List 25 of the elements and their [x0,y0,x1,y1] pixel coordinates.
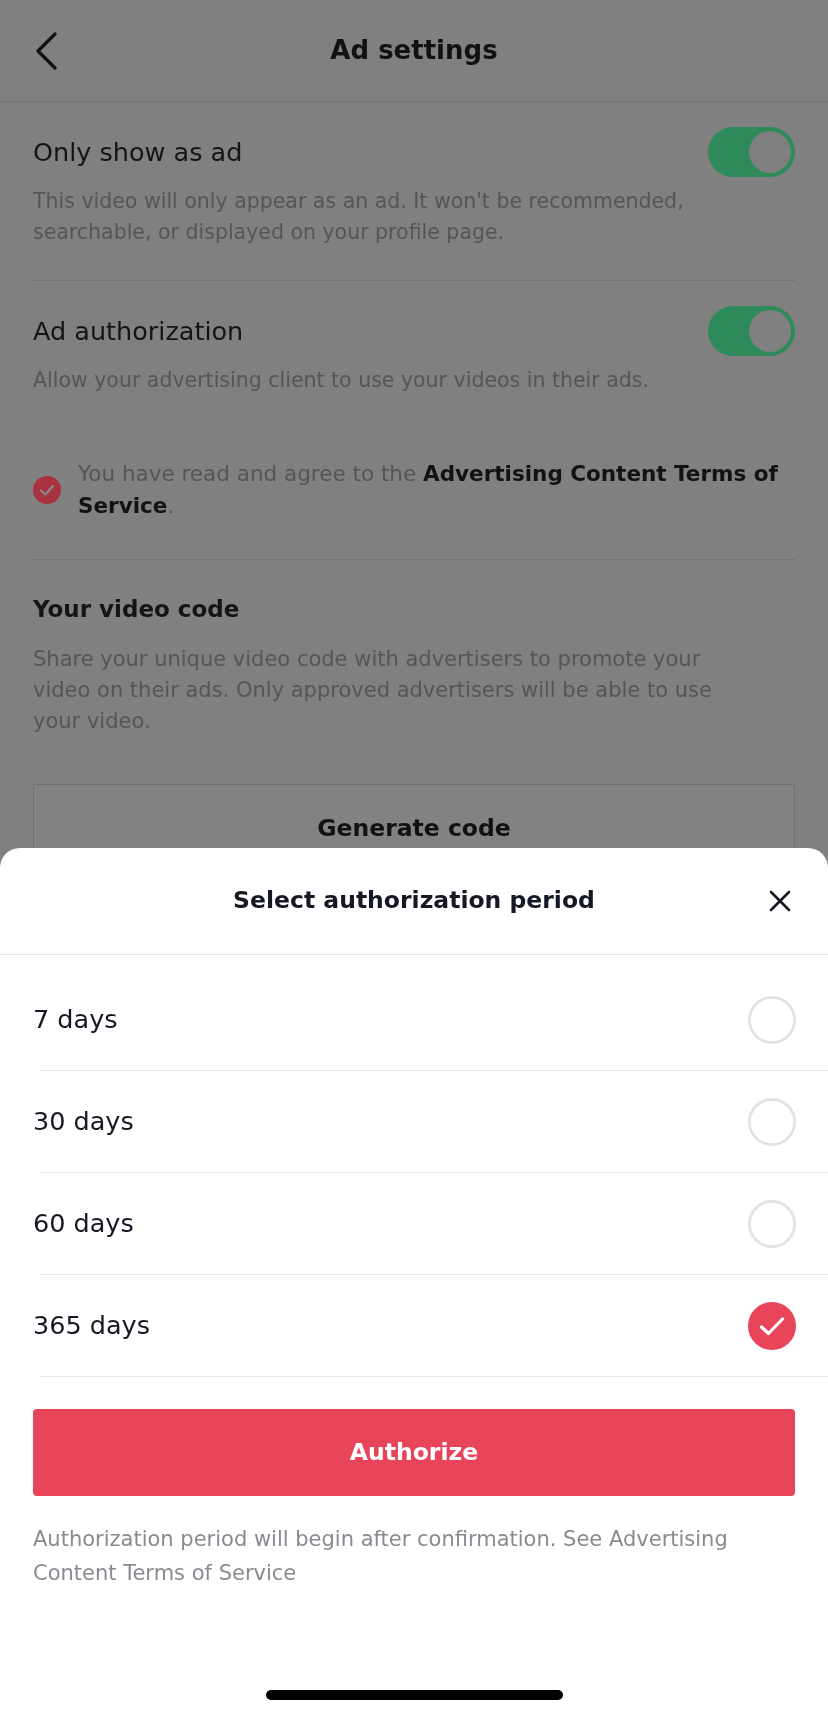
setting-label: Only show as ad [33,135,243,169]
period-option[interactable]: 30 days [0,1071,828,1172]
check-circle-icon[interactable] [33,476,61,504]
close-icon[interactable] [769,890,791,912]
authorize-button[interactable]: Authorize [33,1409,795,1496]
page-title: Ad settings [330,34,498,67]
period-option[interactable]: 60 days [0,1173,828,1274]
section-heading: Your video code [33,595,241,624]
chevron-left-icon[interactable] [34,31,58,70]
footnote-text: Authorization period will begin after confirmation. See Advertising Content Terms of Service [33,1526,729,1587]
setting-label: Ad authorization [33,314,244,348]
sheet-title: Select authorization period [233,885,595,917]
checked-radio-icon[interactable] [748,1301,796,1350]
option-label: 60 days [33,1207,134,1241]
period-option[interactable]: 7 days [0,969,828,1070]
option-label: 365 days [33,1309,150,1343]
period-option[interactable]: 365 days [0,1275,828,1376]
toggle-switch[interactable] [708,127,795,177]
option-label: 30 days [33,1105,134,1139]
option-label: 7 days [33,1003,118,1037]
generate-code-button[interactable]: Generate code [33,784,795,848]
toggle-switch[interactable] [708,306,795,356]
radio-circle-icon[interactable] [748,1199,796,1248]
radio-circle-icon[interactable] [748,995,796,1044]
radio-circle-icon[interactable] [748,1097,796,1146]
